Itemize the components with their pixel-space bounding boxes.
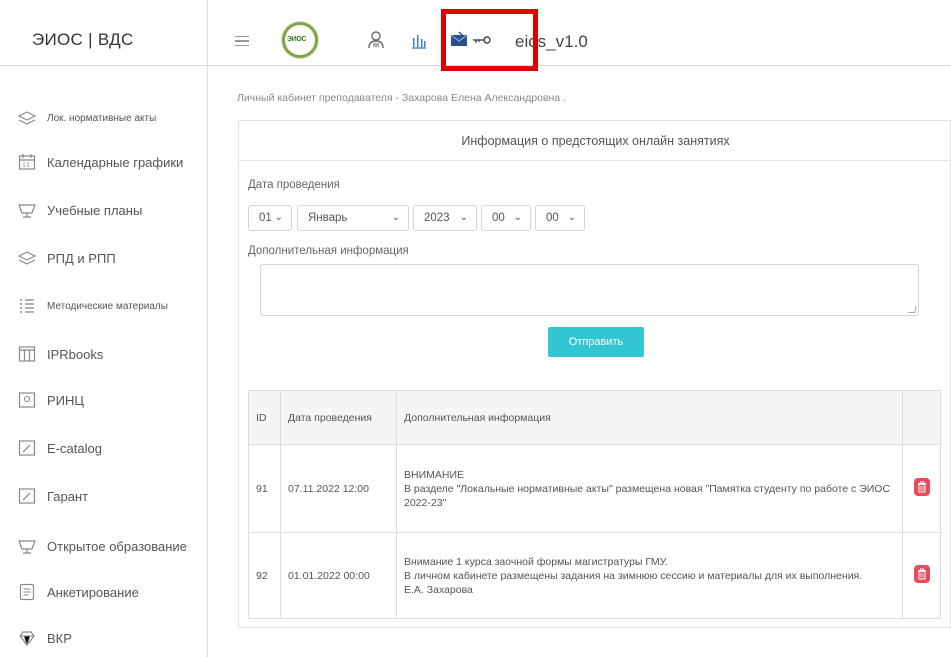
doc-icon — [19, 583, 35, 601]
sidebar-item-ecatalog[interactable]: E-catalog — [18, 436, 102, 460]
calendar-icon — [18, 154, 36, 170]
minute-select-value: 00 — [546, 212, 559, 224]
year-select-value: 2023 — [424, 212, 450, 224]
bar-chart-icon[interactable] — [409, 30, 429, 50]
day-select-value: 01 — [259, 212, 272, 224]
panel-title: Информация о предстоящих онлайн занятиях — [239, 121, 951, 161]
chevron-down-icon: ⌄ — [513, 212, 522, 223]
sidebar-item-calendar[interactable]: Календарные графики — [18, 150, 183, 174]
cell-id: 91 — [248, 444, 281, 533]
sidebar-item-rinc[interactable]: РИНЦ — [18, 388, 84, 412]
cell-date: 07.11.2022 12:00 — [280, 444, 397, 533]
sidebar-item-garant[interactable]: Гарант — [18, 484, 88, 508]
cell-info: Внимание 1 курса заочной формы магистрат… — [396, 532, 903, 619]
chevron-down-icon: ⌄ — [459, 212, 468, 223]
note-icon — [18, 488, 36, 504]
col-actions — [902, 390, 941, 445]
info-line: Внимание 1 курса заочной формы магистрат… — [404, 555, 668, 568]
chevron-down-icon: ⌄ — [567, 212, 576, 223]
chevron-down-icon: ⌄ — [391, 212, 400, 223]
sidebar-item-survey[interactable]: Анкетирование — [18, 580, 139, 604]
year-select[interactable]: 2023 ⌄ — [413, 205, 477, 231]
cell-actions — [902, 532, 941, 619]
sidebar-item-local-acts[interactable]: Лок. нормативные акты — [18, 106, 156, 130]
sidebar-item-rpd[interactable]: РПД и РПП — [18, 246, 116, 270]
list-icon — [20, 299, 34, 313]
cell-id: 92 — [248, 532, 281, 619]
table-header-row: ID Дата проведения Дополнительная информ… — [248, 390, 941, 445]
hour-select-value: 00 — [492, 212, 505, 224]
additional-info-textarea[interactable] — [260, 264, 919, 316]
sidebar-item-label: Учебные планы — [47, 202, 143, 218]
highlight-box — [441, 9, 538, 71]
columns-icon — [18, 346, 36, 362]
cell-date: 01.01.2022 00:00 — [280, 532, 397, 619]
info-line: ВНИМАНИЕ — [404, 468, 465, 481]
diamond-icon — [19, 631, 35, 647]
sidebar-item-vkr[interactable]: ВКР — [18, 626, 72, 650]
note-icon — [18, 440, 36, 456]
cell-info: ВНИМАНИЕ В разделе "Локальные нормативны… — [396, 444, 903, 533]
cell-actions — [902, 444, 941, 533]
sidebar-item-label: Гарант — [47, 488, 89, 504]
minute-select[interactable]: 00 ⌄ — [535, 205, 585, 231]
submit-button[interactable]: Отправить — [548, 327, 644, 357]
info-line: В разделе "Локальные нормативные акты" р… — [404, 482, 891, 509]
sidebar-item-label: РПД и РПП — [47, 250, 116, 266]
basket-icon — [18, 204, 36, 218]
info-line: Е.А. Захарова — [404, 583, 473, 596]
sidebar: Лок. нормативные акты Календарные график… — [0, 66, 208, 657]
sidebar-item-label: Открытое образование — [47, 538, 187, 554]
frame-icon — [18, 392, 36, 408]
month-select[interactable]: Январь ⌄ — [297, 205, 409, 231]
basket-icon — [18, 540, 36, 554]
trash-icon — [917, 481, 926, 493]
info-line: В личном кабинете размещены задания на з… — [404, 569, 863, 582]
online-classes-panel: Информация о предстоящих онлайн занятиях… — [238, 120, 951, 628]
sidebar-item-label: Анкетирование — [47, 584, 139, 600]
brand[interactable]: ЭИОС | ВДС — [0, 0, 208, 66]
classes-table: ID Дата проведения Дополнительная информ… — [248, 390, 941, 619]
delete-button[interactable] — [913, 565, 930, 583]
sidebar-item-label: Календарные графики — [47, 154, 184, 170]
sidebar-item-label: IPRbooks — [47, 346, 104, 362]
trash-icon — [917, 568, 926, 580]
menu-toggle-icon[interactable] — [235, 36, 249, 46]
sidebar-item-label: Методические материалы — [47, 300, 168, 312]
col-info: Дополнительная информация — [396, 390, 903, 445]
chevron-down-icon: ⌄ — [274, 212, 283, 223]
layers-icon — [18, 251, 36, 265]
sidebar-item-label: Лок. нормативные акты — [47, 112, 157, 124]
month-select-value: Январь — [308, 212, 348, 224]
date-label: Дата проведения — [248, 179, 340, 191]
top-bar: ЭИОС | ВДС eios_v1.0 — [0, 0, 951, 71]
day-select[interactable]: 01 ⌄ — [248, 205, 292, 231]
delete-button[interactable] — [913, 478, 930, 496]
logo[interactable] — [282, 22, 318, 58]
sidebar-item-methodical[interactable]: Методические материалы — [18, 294, 168, 318]
brand-title: ЭИОС | ВДС — [32, 30, 134, 49]
sidebar-item-label: РИНЦ — [47, 392, 85, 408]
table-row: 91 07.11.2022 12:00 ВНИМАНИЕ В разделе "… — [248, 444, 941, 533]
sidebar-item-label: ВКР — [47, 630, 72, 646]
sidebar-item-iprbooks[interactable]: IPRbooks — [18, 342, 103, 366]
table-row: 92 01.01.2022 00:00 Внимание 1 курса зао… — [248, 532, 941, 619]
sidebar-item-study-plans[interactable]: Учебные планы — [18, 198, 142, 222]
col-id: ID — [248, 390, 281, 445]
breadcrumb: Личный кабинет преподавателя - Захарова … — [237, 92, 566, 104]
sidebar-item-open-education[interactable]: Открытое образование — [18, 534, 187, 558]
user-icon[interactable] — [366, 30, 386, 50]
col-date: Дата проведения — [280, 390, 397, 445]
sidebar-item-label: E-catalog — [47, 440, 102, 456]
additional-info-label: Дополнительная информация — [248, 245, 409, 257]
layers-icon — [18, 111, 36, 125]
hour-select[interactable]: 00 ⌄ — [481, 205, 531, 231]
